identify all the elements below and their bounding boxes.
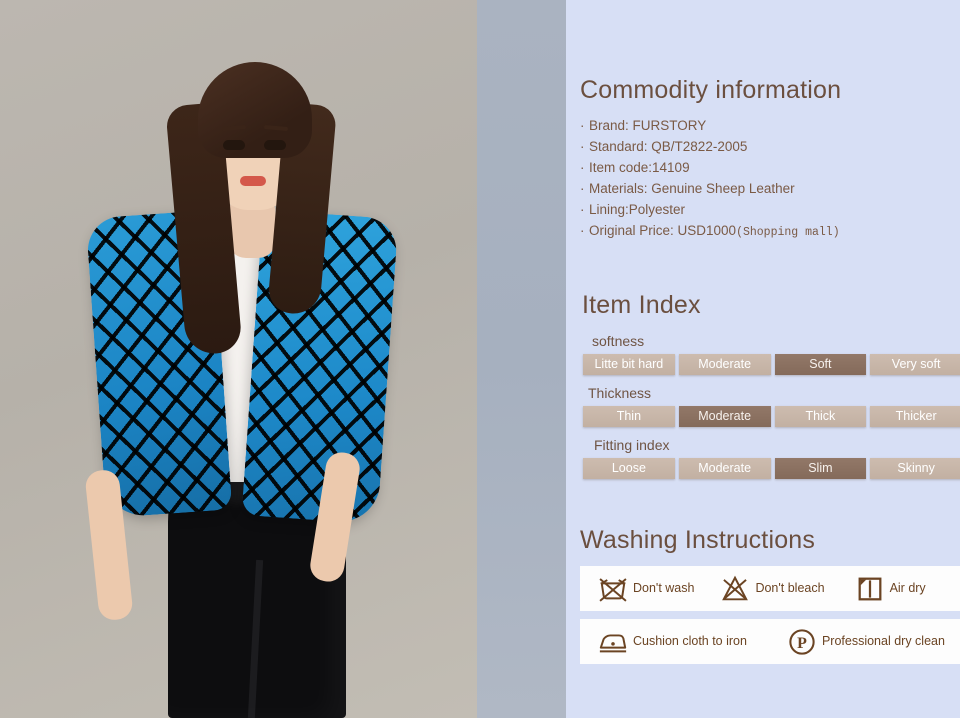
photo-backdrop-cool: [477, 0, 566, 718]
softness-option-0[interactable]: Litte bit hard: [583, 354, 675, 375]
model-figure: [0, 0, 477, 718]
bullet-icon: ·: [580, 181, 585, 196]
spec-row-item-code: · Item code:14109: [580, 157, 960, 178]
svg-text:P: P: [797, 635, 807, 652]
information-panel: Commodity information · Brand: FURSTORY ·…: [566, 0, 960, 718]
washing-symbol-label: Air dry: [889, 581, 926, 596]
washing-symbol-do-not-bleach: Don't bleach: [720, 574, 825, 604]
fitting-option-0[interactable]: Loose: [583, 458, 675, 479]
spec-row-brand: · Brand: FURSTORY: [580, 115, 960, 136]
fitting-option-1[interactable]: Moderate: [678, 458, 771, 479]
index-scale-thickness: Thin Moderate Thick Thicker: [582, 406, 960, 427]
index-group-softness: softness Litte bit hard Moderate Soft Ve…: [582, 332, 960, 375]
index-scale-softness: Litte bit hard Moderate Soft Very soft: [582, 354, 960, 375]
model-eye-right: [264, 140, 286, 150]
product-photo: [0, 0, 566, 718]
thickness-option-1[interactable]: Moderate: [678, 406, 771, 427]
washing-symbol-do-not-wash: Don't wash: [598, 574, 694, 604]
index-group-fitting: Fitting index Loose Moderate Slim Skinny: [582, 436, 960, 479]
washing-symbol-row-1: Don't wash Don't bleach Air dry: [580, 566, 960, 611]
index-label-fitting: Fitting index: [594, 437, 670, 453]
bullet-icon: ·: [580, 139, 585, 154]
line-dry-icon: [858, 577, 881, 600]
spec-text: Original Price: USD1000: [589, 223, 737, 238]
index-label-thickness: Thickness: [588, 385, 652, 401]
washing-symbol-label: Cushion cloth to iron: [633, 634, 747, 649]
spec-row-standard: · Standard: QB/T2822-2005: [580, 136, 960, 157]
washing-instructions-title: Washing Instructions: [580, 526, 816, 554]
commodity-information-section: Commodity information · Brand: FURSTORY ·…: [580, 78, 960, 243]
softness-option-1[interactable]: Moderate: [678, 354, 771, 375]
thickness-option-0[interactable]: Thin: [583, 406, 675, 427]
model-lips: [240, 176, 266, 186]
do-not-bleach-icon: [722, 575, 749, 600]
index-group-thickness: Thickness Thin Moderate Thick Thicker: [582, 384, 960, 427]
bullet-icon: ·: [580, 118, 585, 133]
spec-row-original-price: · Original Price: USD1000(Shopping mall): [580, 220, 960, 243]
washing-symbol-label: Professional dry clean: [821, 634, 945, 649]
index-scale-fitting: Loose Moderate Slim Skinny: [582, 458, 960, 479]
spec-text: Lining:Polyester: [589, 202, 686, 217]
product-detail-page: Commodity information · Brand: FURSTORY ·…: [0, 0, 960, 718]
softness-option-3[interactable]: Very soft: [870, 354, 960, 375]
washing-symbol-label: Don't wash: [633, 581, 695, 596]
spec-text: Standard: QB/T2822-2005: [589, 139, 748, 154]
bullet-icon: ·: [580, 160, 585, 175]
commodity-spec-list: · Brand: FURSTORY · Standard: QB/T2822-200…: [580, 115, 960, 243]
index-label-softness: softness: [592, 333, 645, 349]
bullet-icon: ·: [580, 202, 585, 217]
washing-symbol-cushion-cloth-to-iron: Cushion cloth to iron: [598, 627, 747, 657]
price-source-note: (Shopping mall): [736, 226, 840, 239]
spec-text: Item code:14109: [589, 160, 690, 175]
model-hair-top: [198, 62, 312, 158]
iron-with-cloth-icon: [599, 633, 627, 652]
model-eye-left: [223, 140, 245, 150]
washing-symbol-air-dry: Air dry: [855, 574, 926, 604]
washing-symbol-row-2: Cushion cloth to iron P Professional dry…: [580, 619, 960, 664]
spec-text: Brand: FURSTORY: [589, 118, 707, 133]
professional-dry-clean-icon: P: [789, 628, 815, 655]
softness-option-2[interactable]: Soft: [774, 354, 867, 375]
fitting-option-2[interactable]: Slim: [774, 458, 867, 479]
do-not-wash-icon: [599, 577, 627, 602]
item-index-section: Item Index softness Litte bit hard Moder…: [582, 293, 960, 488]
fitting-option-3[interactable]: Skinny: [870, 458, 960, 479]
thickness-option-2[interactable]: Thick: [774, 406, 867, 427]
commodity-information-title: Commodity information: [580, 76, 842, 104]
washing-symbol-label: Don't bleach: [755, 581, 825, 596]
item-index-title: Item Index: [582, 291, 701, 319]
spec-row-materials: · Materials: Genuine Sheep Leather: [580, 178, 960, 199]
washing-symbol-professional-dry-clean: P Professional dry clean: [787, 627, 945, 657]
bullet-icon: ·: [580, 223, 585, 238]
spec-row-lining: · Lining:Polyester: [580, 199, 960, 220]
washing-instructions-section: Washing Instructions Don't wash Don't bl…: [580, 528, 960, 672]
spec-text: Materials: Genuine Sheep Leather: [589, 181, 795, 196]
thickness-option-3[interactable]: Thicker: [870, 406, 960, 427]
